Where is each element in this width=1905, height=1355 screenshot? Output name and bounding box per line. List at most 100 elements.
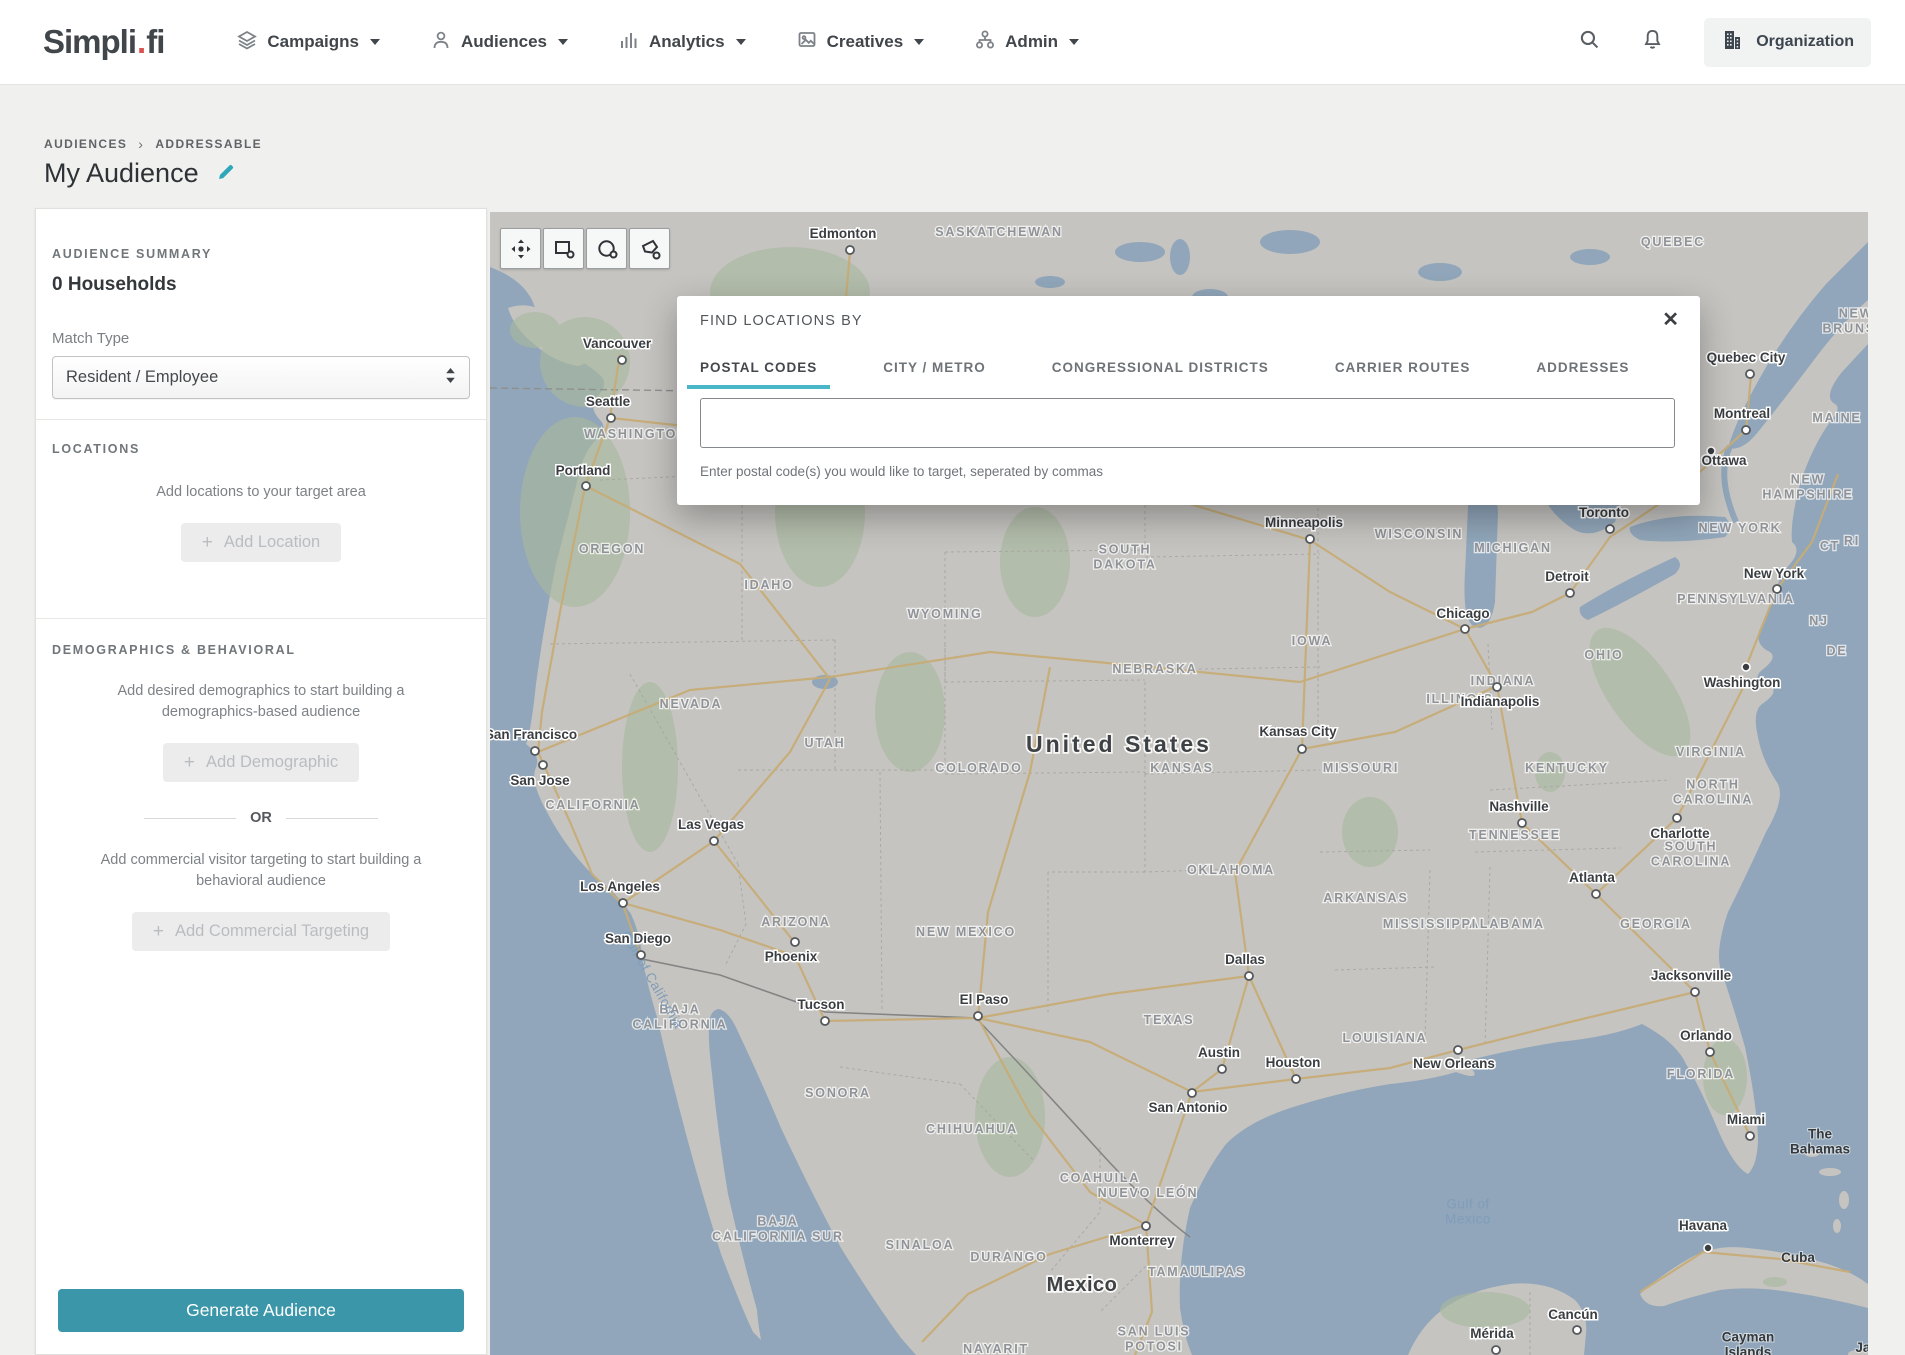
map-city-marker <box>1298 745 1306 753</box>
simplifi-logo[interactable]: Simpli.fi <box>43 23 164 61</box>
map-city-label: Orlando <box>1680 1028 1732 1043</box>
map-state-label: COLORADO <box>935 761 1022 775</box>
bell-icon[interactable] <box>1641 28 1664 56</box>
nav-creatives[interactable]: Creatives <box>796 29 925 56</box>
chevron-down-icon <box>370 39 380 45</box>
map-state-label: MISSOURI <box>1323 761 1399 775</box>
map-state-label: NJ <box>1809 614 1829 628</box>
map-state-label: NEW YORK <box>1699 521 1782 535</box>
edit-pencil-icon[interactable] <box>216 161 237 187</box>
search-icon[interactable] <box>1578 28 1601 56</box>
map-city-marker <box>1245 972 1253 980</box>
map-state-label: NEW MEXICO <box>916 925 1016 939</box>
find-locations-modal: FIND LOCATIONS BY ✕ POSTAL CODES CITY / … <box>677 296 1700 505</box>
org-chart-icon <box>974 29 996 56</box>
map-city-label: San Jose <box>510 773 570 788</box>
modal-title: FIND LOCATIONS BY <box>700 313 863 329</box>
demographics-hint: Add desired demographics to start buildi… <box>96 681 426 723</box>
nav-analytics[interactable]: Analytics <box>618 29 746 56</box>
nav-audiences[interactable]: Audiences <box>430 29 568 56</box>
building-icon <box>1721 28 1745 57</box>
image-icon <box>796 29 818 56</box>
nav-admin[interactable]: Admin <box>974 29 1079 56</box>
map-city-label: Nashville <box>1489 799 1549 814</box>
match-type-select[interactable]: Resident / Employee <box>52 356 470 399</box>
map-city-marker <box>710 837 718 845</box>
map-city-label: Miami <box>1727 1112 1765 1127</box>
generate-audience-button[interactable]: Generate Audience <box>58 1289 464 1332</box>
map-state-label: OREGON <box>579 542 645 556</box>
map-city-marker <box>821 1017 829 1025</box>
match-type-label: Match Type <box>52 330 470 347</box>
behavioral-hint: Add commercial visitor targeting to star… <box>81 850 441 892</box>
map-city-label: Vancouver <box>583 336 652 351</box>
map-city-marker <box>618 356 626 364</box>
chevron-down-icon <box>736 39 746 45</box>
map-state-label: CHIHUAHUA <box>926 1122 1018 1136</box>
bar-chart-icon <box>618 29 640 56</box>
breadcrumb-addressable[interactable]: ADDRESSABLE <box>155 137 262 151</box>
map-state-label: RI <box>1844 534 1860 548</box>
map-city-label: Montreal <box>1714 406 1770 421</box>
map-city-marker <box>619 899 627 907</box>
select-arrows-icon <box>445 367 456 389</box>
rectangle-tool-button[interactable] <box>543 228 584 269</box>
map-city-label: Ottawa <box>1701 453 1747 468</box>
map-state-label: SINALOA <box>886 1238 955 1252</box>
map-state-label: UTAH <box>805 736 846 750</box>
map-state-label: QUEBEC <box>1641 235 1705 249</box>
map-city-marker <box>791 938 799 946</box>
map-state-label: SONORA <box>805 1086 871 1100</box>
map-city-label: San Diego <box>605 931 671 946</box>
locations-hint: Add locations to your target area <box>52 482 470 503</box>
map-state-label: MISSISSIPPI <box>1383 917 1477 931</box>
tab-carrier-routes[interactable]: CARRIER ROUTES <box>1322 352 1484 389</box>
add-location-button[interactable]: + Add Location <box>181 523 341 562</box>
map-island-label: Cuba <box>1781 1250 1815 1265</box>
pan-tool-button[interactable] <box>500 228 541 269</box>
map-city-marker <box>1188 1089 1196 1097</box>
polygon-tool-button[interactable] <box>629 228 670 269</box>
add-commercial-targeting-button[interactable]: + Add Commercial Targeting <box>132 912 390 951</box>
main-nav: Campaigns Audiences Analytics Creatives … <box>236 29 1079 56</box>
tab-city-metro[interactable]: CITY / METRO <box>870 352 999 389</box>
breadcrumb: AUDIENCES › ADDRESSABLE <box>44 136 262 152</box>
map-city-label: Monterrey <box>1109 1233 1175 1248</box>
map-city-marker <box>1142 1222 1150 1230</box>
map-city-marker <box>1691 988 1699 996</box>
logo-text: Simpli <box>43 23 136 61</box>
map-state-label: INDIANA <box>1471 674 1536 688</box>
map-state-label: WASHINGTON <box>584 427 688 441</box>
audience-summary-header: AUDIENCE SUMMARY <box>52 247 470 261</box>
map-city-label: Detroit <box>1545 569 1589 584</box>
map-city-label: Tucson <box>798 997 845 1012</box>
map-city-marker <box>531 747 539 755</box>
nav-campaigns[interactable]: Campaigns <box>236 29 380 56</box>
organization-button[interactable]: Organization <box>1704 18 1871 67</box>
map-state-label: SAN LUISPOTOSI <box>1118 1325 1191 1354</box>
map-state-label: SOUTHDAKOTA <box>1093 543 1156 572</box>
close-icon[interactable]: ✕ <box>1662 307 1679 332</box>
map-city-marker <box>974 1012 982 1020</box>
demographics-header: DEMOGRAPHICS & BEHAVIORAL <box>52 643 470 657</box>
map-city-marker <box>637 951 645 959</box>
households-count: 0 Households <box>52 274 470 296</box>
postal-codes-input[interactable] <box>700 398 1675 448</box>
map-state-label: WISCONSIN <box>1375 527 1463 541</box>
breadcrumb-audiences[interactable]: AUDIENCES <box>44 137 127 151</box>
layers-icon <box>236 29 258 56</box>
tab-congressional-districts[interactable]: CONGRESSIONAL DISTRICTS <box>1039 352 1282 389</box>
circle-tool-button[interactable] <box>586 228 627 269</box>
map-state-label: OHIO <box>1584 648 1623 662</box>
map-state-label: NEVADA <box>660 697 723 711</box>
add-demographic-button[interactable]: + Add Demographic <box>163 743 359 782</box>
or-divider: OR <box>52 810 470 826</box>
chevron-down-icon <box>1069 39 1079 45</box>
map-state-label: OKLAHOMA <box>1187 863 1275 877</box>
map-state-label: MAINE <box>1812 411 1861 425</box>
tab-addresses[interactable]: ADDRESSES <box>1523 352 1642 389</box>
top-navbar: Simpli.fi Campaigns Audiences Analytics … <box>0 0 1905 85</box>
tab-postal-codes[interactable]: POSTAL CODES <box>687 352 830 389</box>
map-city-marker <box>1493 683 1501 691</box>
map-state-label: LOUISIANA <box>1343 1031 1428 1045</box>
